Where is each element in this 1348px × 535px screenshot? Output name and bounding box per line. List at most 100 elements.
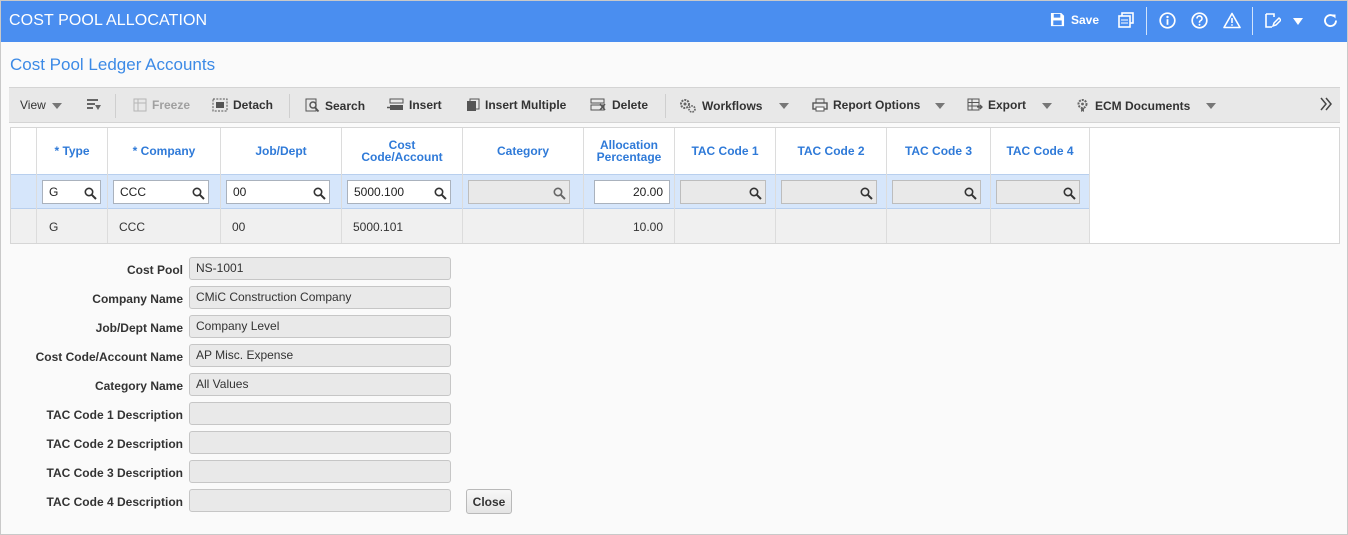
insert-button[interactable]: Insert bbox=[387, 98, 442, 112]
freeze-button[interactable]: Freeze bbox=[133, 98, 190, 112]
cost-code-name-label: Cost Code/Account Name bbox=[35, 350, 183, 364]
cell-cost-code: 5000.101 bbox=[353, 220, 404, 234]
search-icon[interactable] bbox=[860, 185, 873, 207]
detach-button[interactable]: Detach bbox=[212, 98, 273, 112]
save-button[interactable]: Save bbox=[1050, 12, 1099, 27]
category-input[interactable] bbox=[468, 180, 570, 204]
tac2-input[interactable] bbox=[781, 180, 877, 204]
freeze-label: Freeze bbox=[152, 98, 191, 112]
cell-type: G bbox=[49, 220, 59, 234]
column-header-job-dept[interactable]: Job/Dept bbox=[221, 128, 341, 174]
header-divider bbox=[1146, 7, 1147, 35]
search-label: Search bbox=[325, 98, 366, 113]
chevron-down-icon[interactable] bbox=[1293, 18, 1303, 25]
column-header-cost-code[interactable]: Cost Code/Account bbox=[342, 128, 462, 174]
company-name-field[interactable]: CMiC Construction Company bbox=[189, 286, 451, 309]
printer-icon bbox=[812, 98, 828, 112]
detach-icon bbox=[212, 98, 228, 112]
ecm-gear-icon bbox=[1077, 99, 1088, 112]
info-icon[interactable] bbox=[1159, 12, 1176, 29]
column-header-category[interactable]: Category bbox=[463, 128, 583, 174]
report-options-button[interactable]: Report Options bbox=[812, 98, 920, 112]
section-title: Cost Pool Ledger Accounts bbox=[10, 55, 216, 74]
workflows-dropdown-caret[interactable] bbox=[779, 103, 789, 109]
ecm-documents-dropdown-caret[interactable] bbox=[1206, 103, 1216, 109]
cost-pool-field[interactable]: NS-1001 bbox=[189, 257, 451, 280]
tac2-description-label: TAC Code 2 Description bbox=[46, 437, 183, 451]
delete-button[interactable]: Delete bbox=[590, 98, 648, 112]
cost-code-value: 5000.100 bbox=[354, 185, 405, 199]
export-dropdown-caret[interactable] bbox=[1042, 103, 1052, 109]
column-header-company[interactable]: * Company bbox=[108, 128, 220, 174]
grid-toolbar: View Freeze Detach Search Insert Insert … bbox=[9, 87, 1340, 123]
search-icon[interactable] bbox=[192, 185, 205, 207]
insert-multiple-button[interactable]: Insert Multiple bbox=[466, 98, 566, 112]
column-header-tac3[interactable]: TAC Code 3 bbox=[887, 128, 990, 174]
cost-code-input[interactable]: 5000.100 bbox=[347, 180, 451, 204]
chevron-double-right-icon[interactable] bbox=[1320, 97, 1338, 111]
category-name-field[interactable]: All Values bbox=[189, 373, 451, 396]
job-dept-input[interactable]: 00 bbox=[226, 180, 330, 204]
column-header-tac4[interactable]: TAC Code 4 bbox=[991, 128, 1089, 174]
search-icon[interactable] bbox=[1063, 185, 1076, 207]
tac1-description-label: TAC Code 1 Description bbox=[46, 408, 183, 422]
close-button[interactable]: Close bbox=[466, 489, 512, 514]
ecm-documents-button[interactable]: ECM Documents bbox=[1075, 98, 1190, 113]
company-input[interactable]: CCC bbox=[113, 180, 209, 204]
toolbar-divider bbox=[665, 94, 666, 118]
search-icon[interactable] bbox=[84, 185, 97, 207]
type-input[interactable]: G bbox=[42, 180, 101, 204]
delete-row-icon bbox=[590, 98, 606, 111]
column-header-type[interactable]: * Type bbox=[37, 128, 107, 174]
cell-company: CCC bbox=[119, 220, 145, 234]
view-menu[interactable]: View bbox=[20, 98, 46, 112]
search-icon[interactable] bbox=[434, 185, 447, 207]
search-icon[interactable] bbox=[964, 185, 977, 207]
header-divider bbox=[1252, 7, 1253, 35]
help-icon[interactable] bbox=[1191, 12, 1208, 29]
export-button[interactable]: Export bbox=[967, 98, 1026, 112]
warning-icon[interactable] bbox=[1223, 12, 1241, 29]
search-button[interactable]: Search bbox=[305, 98, 365, 113]
workflows-button[interactable]: Workflows bbox=[679, 98, 762, 113]
view-label: View bbox=[20, 98, 46, 112]
insert-row-icon bbox=[387, 98, 404, 110]
refresh-icon[interactable] bbox=[1322, 12, 1339, 29]
search-icon[interactable] bbox=[313, 185, 326, 207]
header-bar: COST POOL ALLOCATION Save bbox=[1, 1, 1347, 42]
stack-icon[interactable] bbox=[1118, 12, 1135, 28]
tac3-input[interactable] bbox=[892, 180, 981, 204]
search-icon[interactable] bbox=[749, 185, 762, 207]
tac2-description-field[interactable] bbox=[189, 431, 451, 454]
tac4-input[interactable] bbox=[996, 180, 1080, 204]
insert-multiple-icon bbox=[467, 98, 480, 111]
allocation-value: 20.00 bbox=[632, 185, 663, 199]
tac4-description-label: TAC Code 4 Description bbox=[46, 495, 183, 509]
search-icon[interactable] bbox=[553, 185, 566, 207]
save-label: Save bbox=[1071, 12, 1100, 27]
row-selector-column bbox=[11, 128, 37, 243]
delete-label: Delete bbox=[612, 98, 649, 112]
toolbar-divider bbox=[289, 94, 290, 118]
column-header-tac1[interactable]: TAC Code 1 bbox=[675, 128, 775, 174]
column-header-allocation[interactable]: Allocation Percentage bbox=[584, 128, 674, 174]
tac4-description-field[interactable] bbox=[189, 489, 451, 512]
search-icon bbox=[305, 98, 320, 113]
company-name-label: Company Name bbox=[92, 292, 183, 306]
allocation-input[interactable]: 20.00 bbox=[594, 180, 670, 204]
tac1-description-field[interactable] bbox=[189, 402, 451, 425]
insert-multiple-label: Insert Multiple bbox=[485, 98, 567, 112]
job-dept-name-field[interactable]: Company Level bbox=[189, 315, 451, 338]
column-header-tac2[interactable]: TAC Code 2 bbox=[776, 128, 886, 174]
edit-icon[interactable] bbox=[1264, 12, 1281, 29]
insert-label: Insert bbox=[409, 98, 442, 112]
tac3-description-field[interactable] bbox=[189, 460, 451, 483]
detach-label: Detach bbox=[233, 98, 274, 112]
page-title: COST POOL ALLOCATION bbox=[9, 12, 208, 29]
format-icon[interactable] bbox=[86, 98, 107, 112]
freeze-icon bbox=[133, 98, 147, 112]
cost-code-name-field[interactable]: AP Misc. Expense bbox=[189, 344, 451, 367]
report-options-dropdown-caret[interactable] bbox=[935, 103, 945, 109]
tac1-input[interactable] bbox=[680, 180, 766, 204]
view-dropdown-caret[interactable] bbox=[52, 103, 62, 109]
